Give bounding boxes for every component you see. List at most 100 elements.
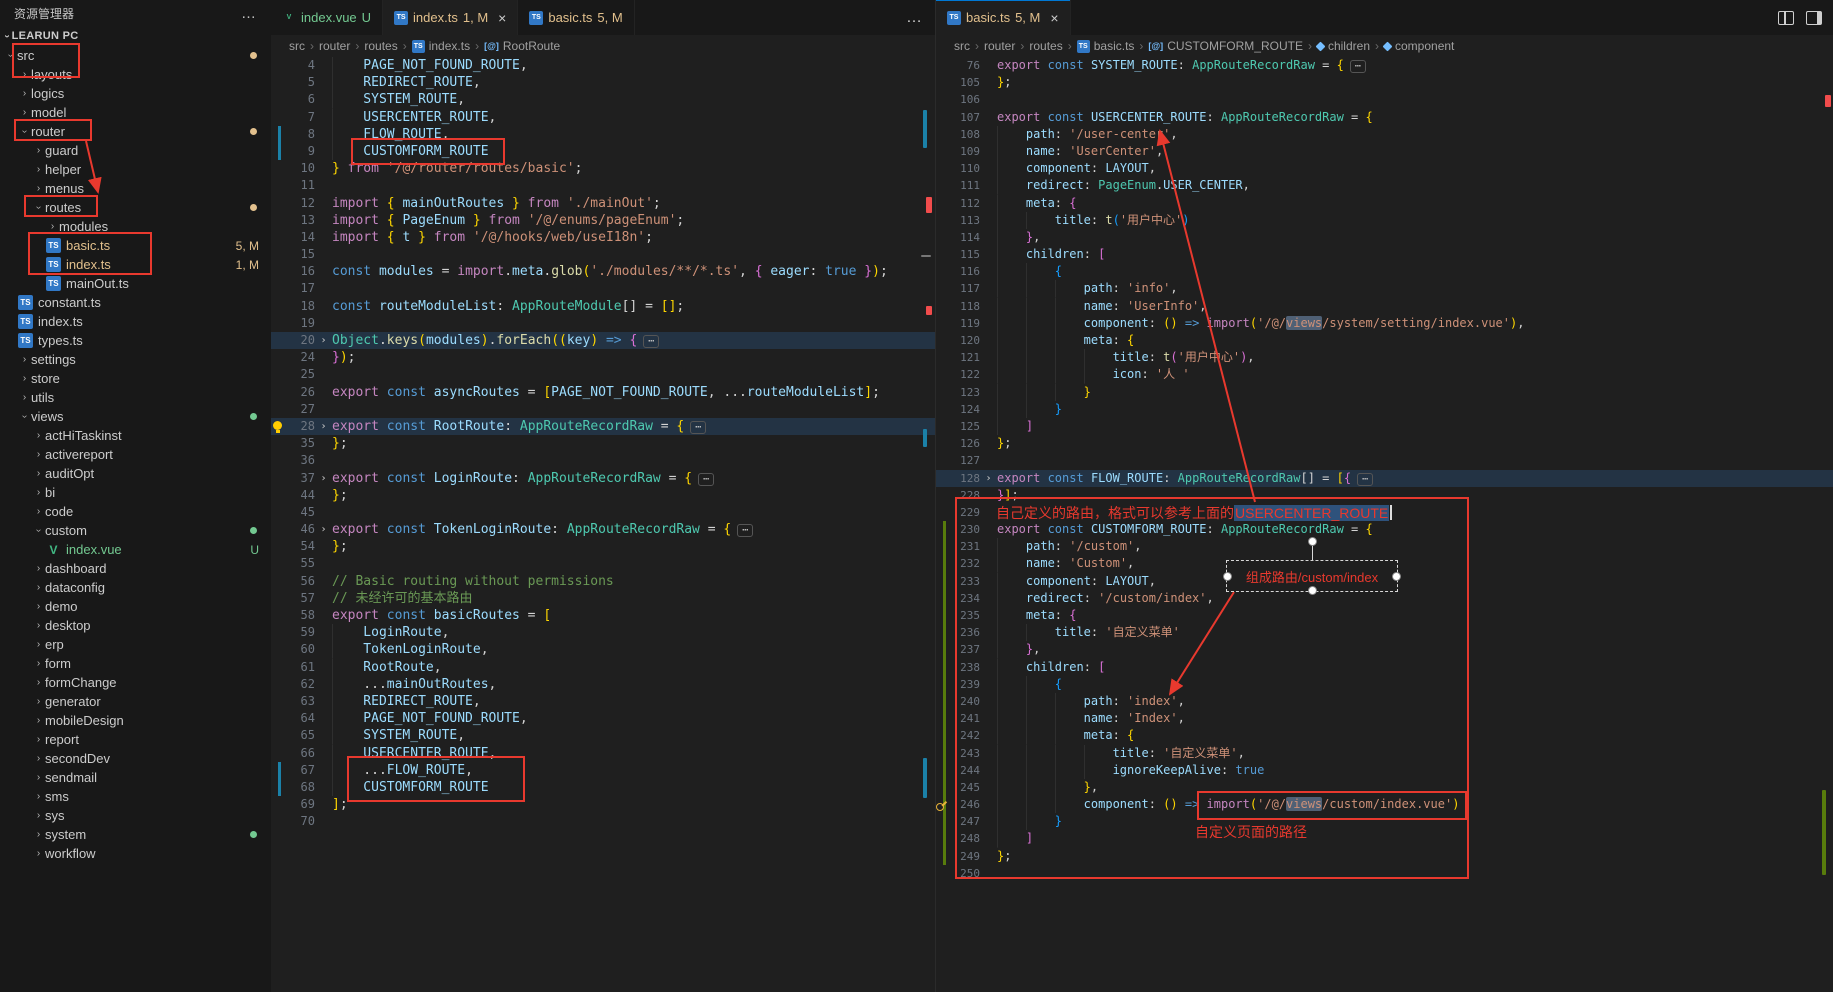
more-actions-icon[interactable]: … (906, 9, 923, 27)
code-line-233[interactable]: 233 component: LAYOUT, (936, 573, 1833, 590)
code-line-241[interactable]: 241 name: 'Index', (936, 710, 1833, 727)
code-line-108[interactable]: 108 path: '/user-center', (936, 126, 1833, 143)
code-line-63[interactable]: 63 REDIRECT_ROUTE, (271, 693, 935, 710)
tree-item-sms[interactable]: ›sms (0, 787, 271, 806)
fold-chevron-icon[interactable]: › (315, 470, 332, 487)
tree-item-formChange[interactable]: ›formChange (0, 673, 271, 692)
code-line-113[interactable]: 113 title: t('用户中心') (936, 212, 1833, 229)
tree-item-dataconfig[interactable]: ›dataconfig (0, 578, 271, 597)
code-line-243[interactable]: 243 title: '自定义菜单', (936, 745, 1833, 762)
tree-item-sys[interactable]: ›sys (0, 806, 271, 825)
folded-code-placeholder[interactable]: ⋯ (1350, 60, 1366, 73)
tree-item-generator[interactable]: ›generator (0, 692, 271, 711)
code-line-125[interactable]: 125 ] (936, 418, 1833, 435)
code-line-126[interactable]: 126}; (936, 435, 1833, 452)
code-line-60[interactable]: 60 TokenLoginRoute, (271, 641, 935, 658)
code-editor[interactable]: 4 PAGE_NOT_FOUND_ROUTE,5 REDIRECT_ROUTE,… (271, 57, 935, 992)
code-line-240[interactable]: 240 path: 'index', (936, 693, 1833, 710)
code-line-19[interactable]: 19 (271, 315, 935, 332)
code-line-242[interactable]: 242 meta: { (936, 727, 1833, 744)
code-line-250[interactable]: 250 (936, 865, 1833, 882)
code-line-229[interactable]: 229 (936, 504, 1833, 521)
close-icon[interactable]: × (1050, 10, 1058, 26)
tree-item-utils[interactable]: ›utils (0, 388, 271, 407)
tree-item-activereport[interactable]: ›activereport (0, 445, 271, 464)
code-line-37[interactable]: 37›export const LoginRoute: AppRouteReco… (271, 470, 935, 487)
code-line-122[interactable]: 122 icon: '人 ' (936, 366, 1833, 383)
fold-chevron-icon[interactable]: › (315, 418, 332, 435)
code-line-123[interactable]: 123 } (936, 384, 1833, 401)
code-line-105[interactable]: 105}; (936, 74, 1833, 91)
code-line-128[interactable]: 128›export const FLOW_ROUTE: AppRouteRec… (936, 470, 1833, 487)
code-line-46[interactable]: 46›export const TokenLoginRoute: AppRout… (271, 521, 935, 538)
code-line-9[interactable]: 9 CUSTOMFORM_ROUTE (271, 143, 935, 160)
code-line-13[interactable]: 13import { PageEnum } from '/@/enums/pag… (271, 212, 935, 229)
code-line-44[interactable]: 44}; (271, 487, 935, 504)
tree-item-views[interactable]: ›views (0, 407, 271, 426)
tree-item-dashboard[interactable]: ›dashboard (0, 559, 271, 578)
code-line-244[interactable]: 244 ignoreKeepAlive: true (936, 762, 1833, 779)
code-line-61[interactable]: 61 RootRoute, (271, 659, 935, 676)
code-line-56[interactable]: 56// Basic routing without permissions (271, 573, 935, 590)
code-line-20[interactable]: 20›Object.keys(modules).forEach((key) =>… (271, 332, 935, 349)
tree-item-routes[interactable]: ›routes (0, 198, 271, 217)
code-line-67[interactable]: 67 ...FLOW_ROUTE, (271, 762, 935, 779)
code-line-230[interactable]: 230export const CUSTOMFORM_ROUTE: AppRou… (936, 521, 1833, 538)
breadcrumb-item-component[interactable]: component (1384, 39, 1454, 53)
code-line-237[interactable]: 237 }, (936, 641, 1833, 658)
code-line-121[interactable]: 121 title: t('用户中心'), (936, 349, 1833, 366)
lightbulb-icon[interactable] (273, 421, 282, 430)
tab-basic.ts[interactable]: TSbasic.ts5, M× (936, 0, 1071, 35)
tree-item-helper[interactable]: ›helper (0, 160, 271, 179)
tree-item-constant.ts[interactable]: TSconstant.ts (0, 293, 271, 312)
code-line-117[interactable]: 117 path: 'info', (936, 280, 1833, 297)
code-line-232[interactable]: 232 name: 'Custom', (936, 555, 1833, 572)
more-actions-icon[interactable]: … (241, 5, 257, 22)
code-line-27[interactable]: 27 (271, 401, 935, 418)
close-icon[interactable]: × (498, 10, 506, 26)
tree-item-form[interactable]: ›form (0, 654, 271, 673)
code-line-54[interactable]: 54}; (271, 538, 935, 555)
tree-item-menus[interactable]: ›menus (0, 179, 271, 198)
tree-item-system[interactable]: ›system (0, 825, 271, 844)
key-icon[interactable] (936, 798, 948, 810)
tree-item-layouts[interactable]: ›layouts (0, 65, 271, 84)
code-line-16[interactable]: 16const modules = import.meta.glob('./mo… (271, 263, 935, 280)
tab-basic.ts[interactable]: TSbasic.ts5, M (518, 0, 634, 35)
code-line-120[interactable]: 120 meta: { (936, 332, 1833, 349)
code-editor[interactable]: 76export const SYSTEM_ROUTE: AppRouteRec… (936, 57, 1833, 992)
tree-item-desktop[interactable]: ›desktop (0, 616, 271, 635)
workspace-section-header[interactable]: › LEARUN PC (0, 26, 271, 46)
code-line-26[interactable]: 26export const asyncRoutes = [PAGE_NOT_F… (271, 384, 935, 401)
folded-code-placeholder[interactable]: ⋯ (1357, 473, 1373, 486)
code-line-111[interactable]: 111 redirect: PageEnum.USER_CENTER, (936, 177, 1833, 194)
code-line-58[interactable]: 58export const basicRoutes = [ (271, 607, 935, 624)
split-editor-icon[interactable] (1778, 11, 1794, 25)
code-line-24[interactable]: 24}); (271, 349, 935, 366)
tree-item-bi[interactable]: ›bi (0, 483, 271, 502)
code-line-17[interactable]: 17 (271, 280, 935, 297)
code-line-238[interactable]: 238 children: [ (936, 659, 1833, 676)
code-line-116[interactable]: 116 { (936, 263, 1833, 280)
tree-item-types.ts[interactable]: TStypes.ts (0, 331, 271, 350)
code-line-4[interactable]: 4 PAGE_NOT_FOUND_ROUTE, (271, 57, 935, 74)
code-line-245[interactable]: 245 }, (936, 779, 1833, 796)
code-line-65[interactable]: 65 SYSTEM_ROUTE, (271, 727, 935, 744)
tab-index.vue[interactable]: Vindex.vueU (271, 0, 383, 35)
code-line-64[interactable]: 64 PAGE_NOT_FOUND_ROUTE, (271, 710, 935, 727)
breadcrumb-item-routes[interactable]: routes (364, 39, 397, 53)
code-line-25[interactable]: 25 (271, 366, 935, 383)
tree-item-logics[interactable]: ›logics (0, 84, 271, 103)
tree-item-demo[interactable]: ›demo (0, 597, 271, 616)
code-line-112[interactable]: 112 meta: { (936, 195, 1833, 212)
code-line-115[interactable]: 115 children: [ (936, 246, 1833, 263)
tree-item-custom[interactable]: ›custom (0, 521, 271, 540)
tree-item-mainOut.ts[interactable]: TSmainOut.ts (0, 274, 271, 293)
code-line-248[interactable]: 248 ] (936, 830, 1833, 847)
tree-item-router[interactable]: ›router (0, 122, 271, 141)
tree-item-erp[interactable]: ›erp (0, 635, 271, 654)
code-line-11[interactable]: 11 (271, 177, 935, 194)
code-line-70[interactable]: 70 (271, 813, 935, 830)
code-line-246[interactable]: 246 component: () => import('/@/views/cu… (936, 796, 1833, 813)
folded-code-placeholder[interactable]: ⋯ (643, 335, 659, 348)
